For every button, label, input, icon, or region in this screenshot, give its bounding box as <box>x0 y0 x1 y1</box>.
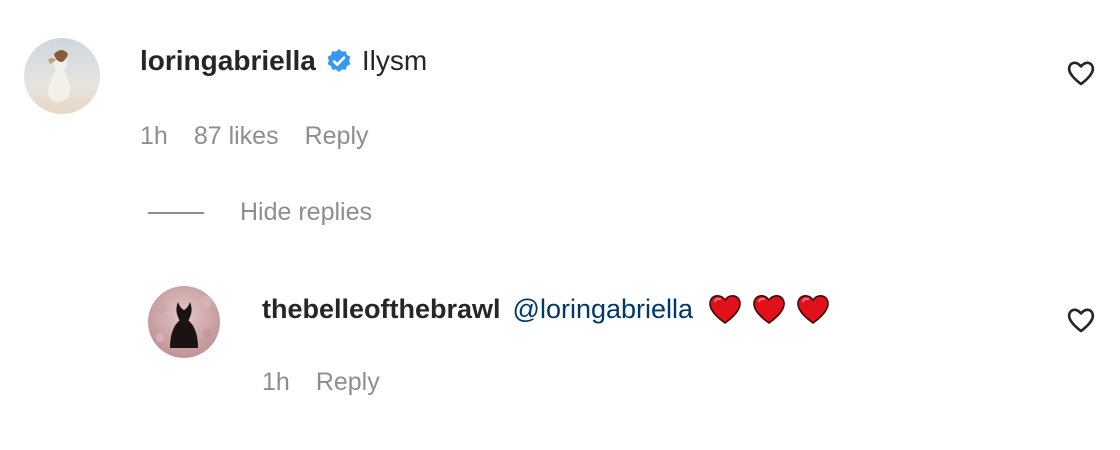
reply-mention[interactable]: @loringabriella <box>513 294 694 325</box>
hide-replies-label: Hide replies <box>240 198 373 226</box>
reply-reply-button[interactable]: Reply <box>316 368 380 397</box>
like-heart-icon[interactable] <box>1066 59 1096 87</box>
reply-time: 1h <box>262 367 290 396</box>
comment-time: 1h <box>140 121 168 150</box>
comment-username[interactable]: loringabriella <box>140 45 316 77</box>
reply-button[interactable]: Reply <box>305 122 369 151</box>
avatar-thebelleofthebrawl[interactable] <box>148 286 220 358</box>
comment-text: Ilysm <box>361 45 428 76</box>
reply-like-heart-icon[interactable] <box>1066 306 1096 334</box>
red-heart-emoji-icon <box>795 293 831 325</box>
comments-section: loringabriella Ilysm 1h 87 likes Reply H… <box>0 0 1120 450</box>
reply-line: thebelleofthebrawl @loringabriella <box>262 292 839 326</box>
comment-meta: 1h 87 likes Reply <box>140 120 395 152</box>
comment-line: loringabriella Ilysm <box>140 44 427 78</box>
reply-meta: 1h Reply <box>262 366 406 398</box>
red-heart-emoji-icon <box>751 293 787 325</box>
heart-emojis <box>707 293 839 325</box>
reply-username[interactable]: thebelleofthebrawl <box>262 294 501 325</box>
avatar-loringabriella[interactable] <box>24 38 100 114</box>
replies-divider-line <box>148 211 204 214</box>
comment-likes[interactable]: 87 likes <box>194 122 279 151</box>
verified-badge-icon <box>326 48 352 74</box>
red-heart-emoji-icon <box>707 293 743 325</box>
hide-replies-toggle[interactable]: Hide replies <box>148 198 372 227</box>
